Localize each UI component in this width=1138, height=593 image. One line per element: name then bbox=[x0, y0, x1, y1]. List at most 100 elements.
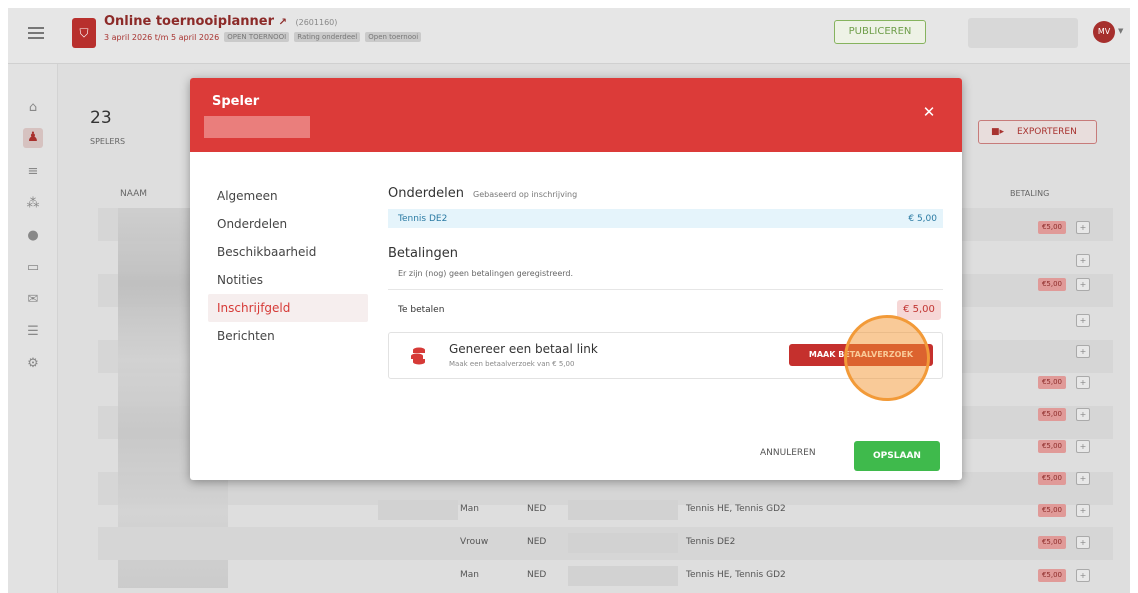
tournament-subtitle: 3 april 2026 t/m 5 april 2026 OPEN TOERN… bbox=[104, 32, 422, 42]
add-payment-button[interactable]: + bbox=[1076, 408, 1090, 421]
payment-link-card: Genereer een betaal link Maak een betaal… bbox=[388, 315, 943, 401]
nav-item-onderdelen[interactable]: Onderdelen bbox=[208, 210, 368, 238]
payment-badge: €5,00 bbox=[1038, 221, 1066, 234]
save-button[interactable]: OPSLAAN bbox=[854, 441, 940, 471]
nav-item-beschikbaarheid[interactable]: Beschikbaarheid bbox=[208, 238, 368, 266]
app-title[interactable]: Online toernooiplanner bbox=[104, 14, 274, 29]
redacted-area bbox=[968, 18, 1078, 48]
add-payment-button[interactable]: + bbox=[1076, 472, 1090, 485]
redacted-cell bbox=[568, 500, 678, 520]
player-modal: Speler ✕ Algemeen Onderdelen Beschikbaar… bbox=[190, 78, 962, 480]
nav-item-notities[interactable]: Notities bbox=[208, 266, 368, 294]
cancel-button[interactable]: ANNULEREN bbox=[760, 448, 816, 458]
external-link-icon[interactable]: ↗ bbox=[279, 17, 287, 28]
add-payment-button[interactable]: + bbox=[1076, 345, 1090, 358]
modal-nav: Algemeen Onderdelen Beschikbaarheid Noti… bbox=[208, 182, 368, 350]
events-cell: Tennis DE2 bbox=[686, 537, 736, 547]
export-button[interactable]: ■▸ EXPORTEREN bbox=[978, 120, 1097, 144]
onderdelen-title: Onderdelen bbox=[388, 186, 464, 201]
payment-badge: €5,00 bbox=[1038, 536, 1066, 549]
add-payment-button[interactable]: + bbox=[1076, 254, 1090, 267]
modal-title: Speler bbox=[212, 94, 260, 109]
hamburger-menu-icon[interactable] bbox=[28, 27, 44, 39]
add-payment-button[interactable]: + bbox=[1076, 536, 1090, 549]
create-payment-request-button[interactable]: MAAK BETAALVERZOEK bbox=[789, 344, 933, 366]
player-count: 23 bbox=[90, 108, 112, 128]
players-icon[interactable]: ♟ bbox=[23, 128, 43, 148]
country-cell: NED bbox=[527, 504, 547, 514]
app-title-block: Online toernooiplanner ↗ (2601160) bbox=[104, 14, 337, 29]
avatar[interactable]: MV bbox=[1093, 21, 1115, 43]
nav-item-inschrijfgeld[interactable]: Inschrijfgeld bbox=[208, 294, 368, 322]
events-cell: Tennis HE, Tennis GD2 bbox=[686, 570, 786, 580]
event-name: Tennis DE2 bbox=[398, 214, 448, 224]
amount-due-label: Te betalen bbox=[398, 305, 445, 315]
app-id: (2601160) bbox=[295, 18, 338, 27]
modal-header: Speler ✕ bbox=[190, 78, 962, 152]
shield-logo-icon: ⛉ bbox=[72, 18, 96, 48]
country-cell: NED bbox=[527, 570, 547, 580]
publish-button[interactable]: PUBLICEREN bbox=[834, 20, 926, 44]
redacted-cell bbox=[568, 566, 678, 586]
gender-cell: Man bbox=[460, 570, 479, 580]
payment-badge: €5,00 bbox=[1038, 569, 1066, 582]
list-icon[interactable]: ≡ bbox=[23, 162, 43, 182]
nav-item-berichten[interactable]: Berichten bbox=[208, 322, 368, 350]
payment-badge: €5,00 bbox=[1038, 504, 1066, 517]
chevron-down-icon[interactable]: ▼ bbox=[1118, 27, 1123, 35]
column-header-name[interactable]: NAAM bbox=[120, 189, 147, 199]
event-price: € 5,00 bbox=[908, 214, 937, 224]
top-bar: ⛉ Online toernooiplanner ↗ (2601160) 3 a… bbox=[8, 8, 1130, 64]
export-label: EXPORTEREN bbox=[1017, 127, 1077, 137]
export-icon: ■▸ bbox=[991, 127, 1005, 137]
modal-content: Onderdelen Gebaseerd op inschrijving Ten… bbox=[388, 182, 944, 401]
country-cell: NED bbox=[527, 537, 547, 547]
betalingen-title: Betalingen bbox=[388, 246, 458, 261]
tag-type: Open toernooi bbox=[365, 32, 422, 42]
add-payment-button[interactable]: + bbox=[1076, 221, 1090, 234]
mail-icon[interactable]: ✉ bbox=[23, 290, 43, 310]
onderdelen-hint: Gebaseerd op inschrijving bbox=[473, 190, 578, 199]
payment-link-subtitle: Maak een betaalverzoek van € 5,00 bbox=[449, 360, 575, 368]
no-payments-text: Er zijn (nog) geen betalingen geregistre… bbox=[398, 269, 574, 278]
events-cell: Tennis HE, Tennis GD2 bbox=[686, 504, 786, 514]
add-payment-button[interactable]: + bbox=[1076, 569, 1090, 582]
add-payment-button[interactable]: + bbox=[1076, 440, 1090, 453]
payment-badge: €5,00 bbox=[1038, 376, 1066, 389]
payment-link-title: Genereer een betaal link bbox=[449, 342, 598, 356]
nav-item-algemeen[interactable]: Algemeen bbox=[208, 182, 368, 210]
add-payment-button[interactable]: + bbox=[1076, 376, 1090, 389]
ball-icon[interactable]: ● bbox=[23, 226, 43, 246]
table-row[interactable]: Man NED Tennis HE, Tennis GD2 bbox=[98, 560, 1113, 593]
redacted-player-name bbox=[204, 116, 310, 138]
bracket-icon[interactable]: ⁂ bbox=[23, 194, 43, 214]
player-count-label: SPELERS bbox=[90, 137, 126, 146]
table-row[interactable]: Man NED Tennis HE, Tennis GD2 bbox=[98, 494, 1113, 527]
close-icon[interactable]: ✕ bbox=[920, 103, 938, 121]
coins-icon bbox=[411, 347, 425, 365]
column-header-payment[interactable]: BETALING bbox=[1010, 189, 1049, 198]
settings-icon[interactable]: ⚙ bbox=[23, 354, 43, 374]
event-row: Tennis DE2 € 5,00 bbox=[388, 209, 943, 228]
gender-cell: Vrouw bbox=[460, 537, 489, 547]
amount-due-row: Te betalen € 5,00 bbox=[388, 290, 943, 332]
onderdelen-heading: Onderdelen Gebaseerd op inschrijving bbox=[388, 182, 944, 201]
payment-badge: €5,00 bbox=[1038, 278, 1066, 291]
display-icon[interactable]: ▭ bbox=[23, 258, 43, 278]
add-payment-button[interactable]: + bbox=[1076, 314, 1090, 327]
table-row[interactable]: Vrouw NED Tennis DE2 bbox=[98, 527, 1113, 560]
stack-icon[interactable]: ☰ bbox=[23, 322, 43, 342]
add-payment-button[interactable]: + bbox=[1076, 278, 1090, 291]
gender-cell: Man bbox=[460, 504, 479, 514]
app-window: ⛉ Online toernooiplanner ↗ (2601160) 3 a… bbox=[8, 8, 1130, 593]
redacted-cell bbox=[568, 533, 678, 553]
add-payment-button[interactable]: + bbox=[1076, 504, 1090, 517]
redacted-cell bbox=[378, 500, 458, 520]
amount-due-badge: € 5,00 bbox=[897, 300, 941, 320]
payment-badge: €5,00 bbox=[1038, 440, 1066, 453]
payment-badge: €5,00 bbox=[1038, 408, 1066, 421]
sidebar: ⌂ ♟ ≡ ⁂ ● ▭ ✉ ☰ ⚙ bbox=[8, 64, 58, 593]
date-range: 3 april 2026 t/m 5 april 2026 bbox=[104, 32, 220, 42]
payment-badge: €5,00 bbox=[1038, 472, 1066, 485]
home-icon[interactable]: ⌂ bbox=[23, 98, 43, 118]
